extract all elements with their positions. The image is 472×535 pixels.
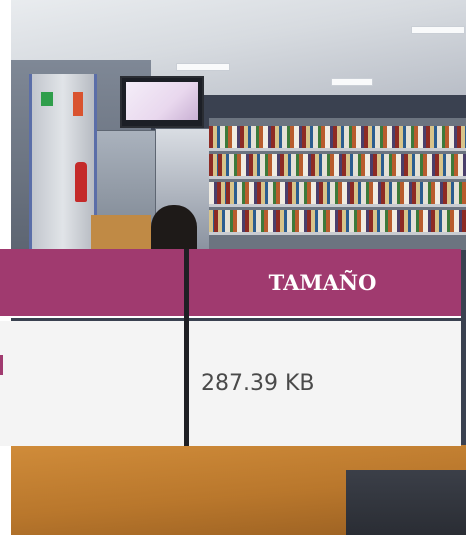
- exit-sign-icon: [41, 92, 53, 106]
- pillar: [29, 74, 97, 252]
- table-header-size: TAMAÑO: [184, 249, 461, 318]
- table-header-cell-left: [0, 249, 184, 318]
- table-cell-size: 287.39 KB: [184, 321, 461, 446]
- shelf-row: [209, 126, 466, 151]
- page: TAMAÑO 287.39 KB: [0, 0, 472, 535]
- desk: [91, 215, 151, 250]
- wall-display: [120, 76, 204, 128]
- ceiling-light: [411, 26, 465, 34]
- file-info-table: TAMAÑO 287.39 KB: [0, 249, 461, 446]
- ceiling-light: [176, 63, 230, 71]
- ceiling-light: [331, 78, 373, 86]
- table-header-row: TAMAÑO: [0, 249, 461, 318]
- bookshelves: [209, 118, 466, 250]
- fire-extinguisher: [75, 162, 87, 202]
- shelf-row: [209, 182, 466, 207]
- wall-display-screen: [126, 82, 198, 120]
- floor: [346, 470, 466, 535]
- shelf-row: [209, 210, 466, 235]
- column-divider: [184, 249, 189, 446]
- accent-bar: [0, 355, 3, 375]
- fire-sign-icon: [73, 92, 83, 116]
- table-cell-left: [0, 321, 184, 446]
- shelf-row: [209, 154, 466, 179]
- table-row: 287.39 KB: [0, 321, 461, 446]
